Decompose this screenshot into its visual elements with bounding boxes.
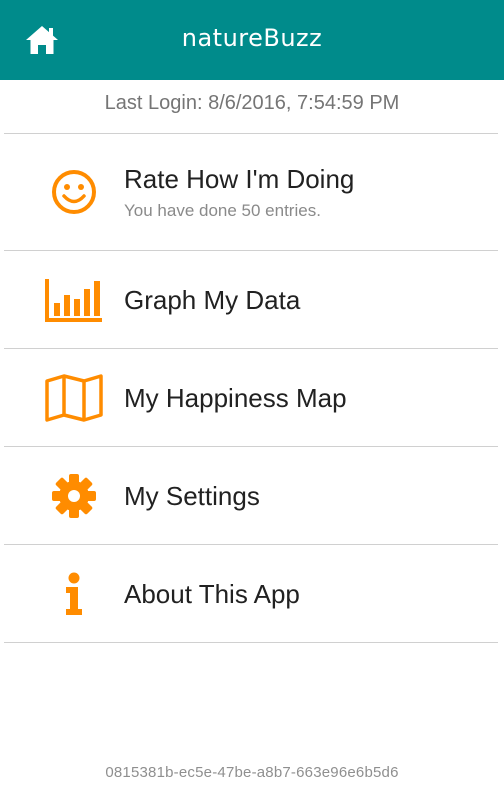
map-icon [42,368,106,428]
main-menu: Rate How I'm Doing You have done 50 entr… [4,133,498,643]
divider [4,642,498,643]
device-id-text: 0815381b-ec5e-47be-a8b7-663e96e6b5d6 [105,764,399,781]
menu-item-label: Graph My Data [124,284,301,315]
menu-item-graph[interactable]: Graph My Data [4,251,498,348]
last-login-text: Last Login: 8/6/2016, 7:54:59 PM [104,92,400,114]
menu-item-label: Rate How I'm Doing [124,164,355,194]
smiley-icon [42,162,106,222]
gear-icon [42,466,106,526]
top-bar: natureBuzz [0,0,504,80]
info-icon [42,564,106,624]
menu-item-label: My Happiness Map [124,382,347,413]
menu-item-settings[interactable]: My Settings [4,447,498,544]
menu-item-map[interactable]: My Happiness Map [4,349,498,446]
menu-item-about[interactable]: About This App [4,545,498,642]
menu-item-label: About This App [124,578,300,609]
app-title: natureBuzz [181,24,323,52]
app-screen: natureBuzz Last Login: 8/6/2016, 7:54:59… [0,0,504,800]
bar-chart-icon [42,270,106,330]
menu-item-label: My Settings [124,480,260,511]
menu-item-rate[interactable]: Rate How I'm Doing You have done 50 entr… [4,134,498,250]
entries-count-text: You have done 50 entries. [124,201,321,220]
